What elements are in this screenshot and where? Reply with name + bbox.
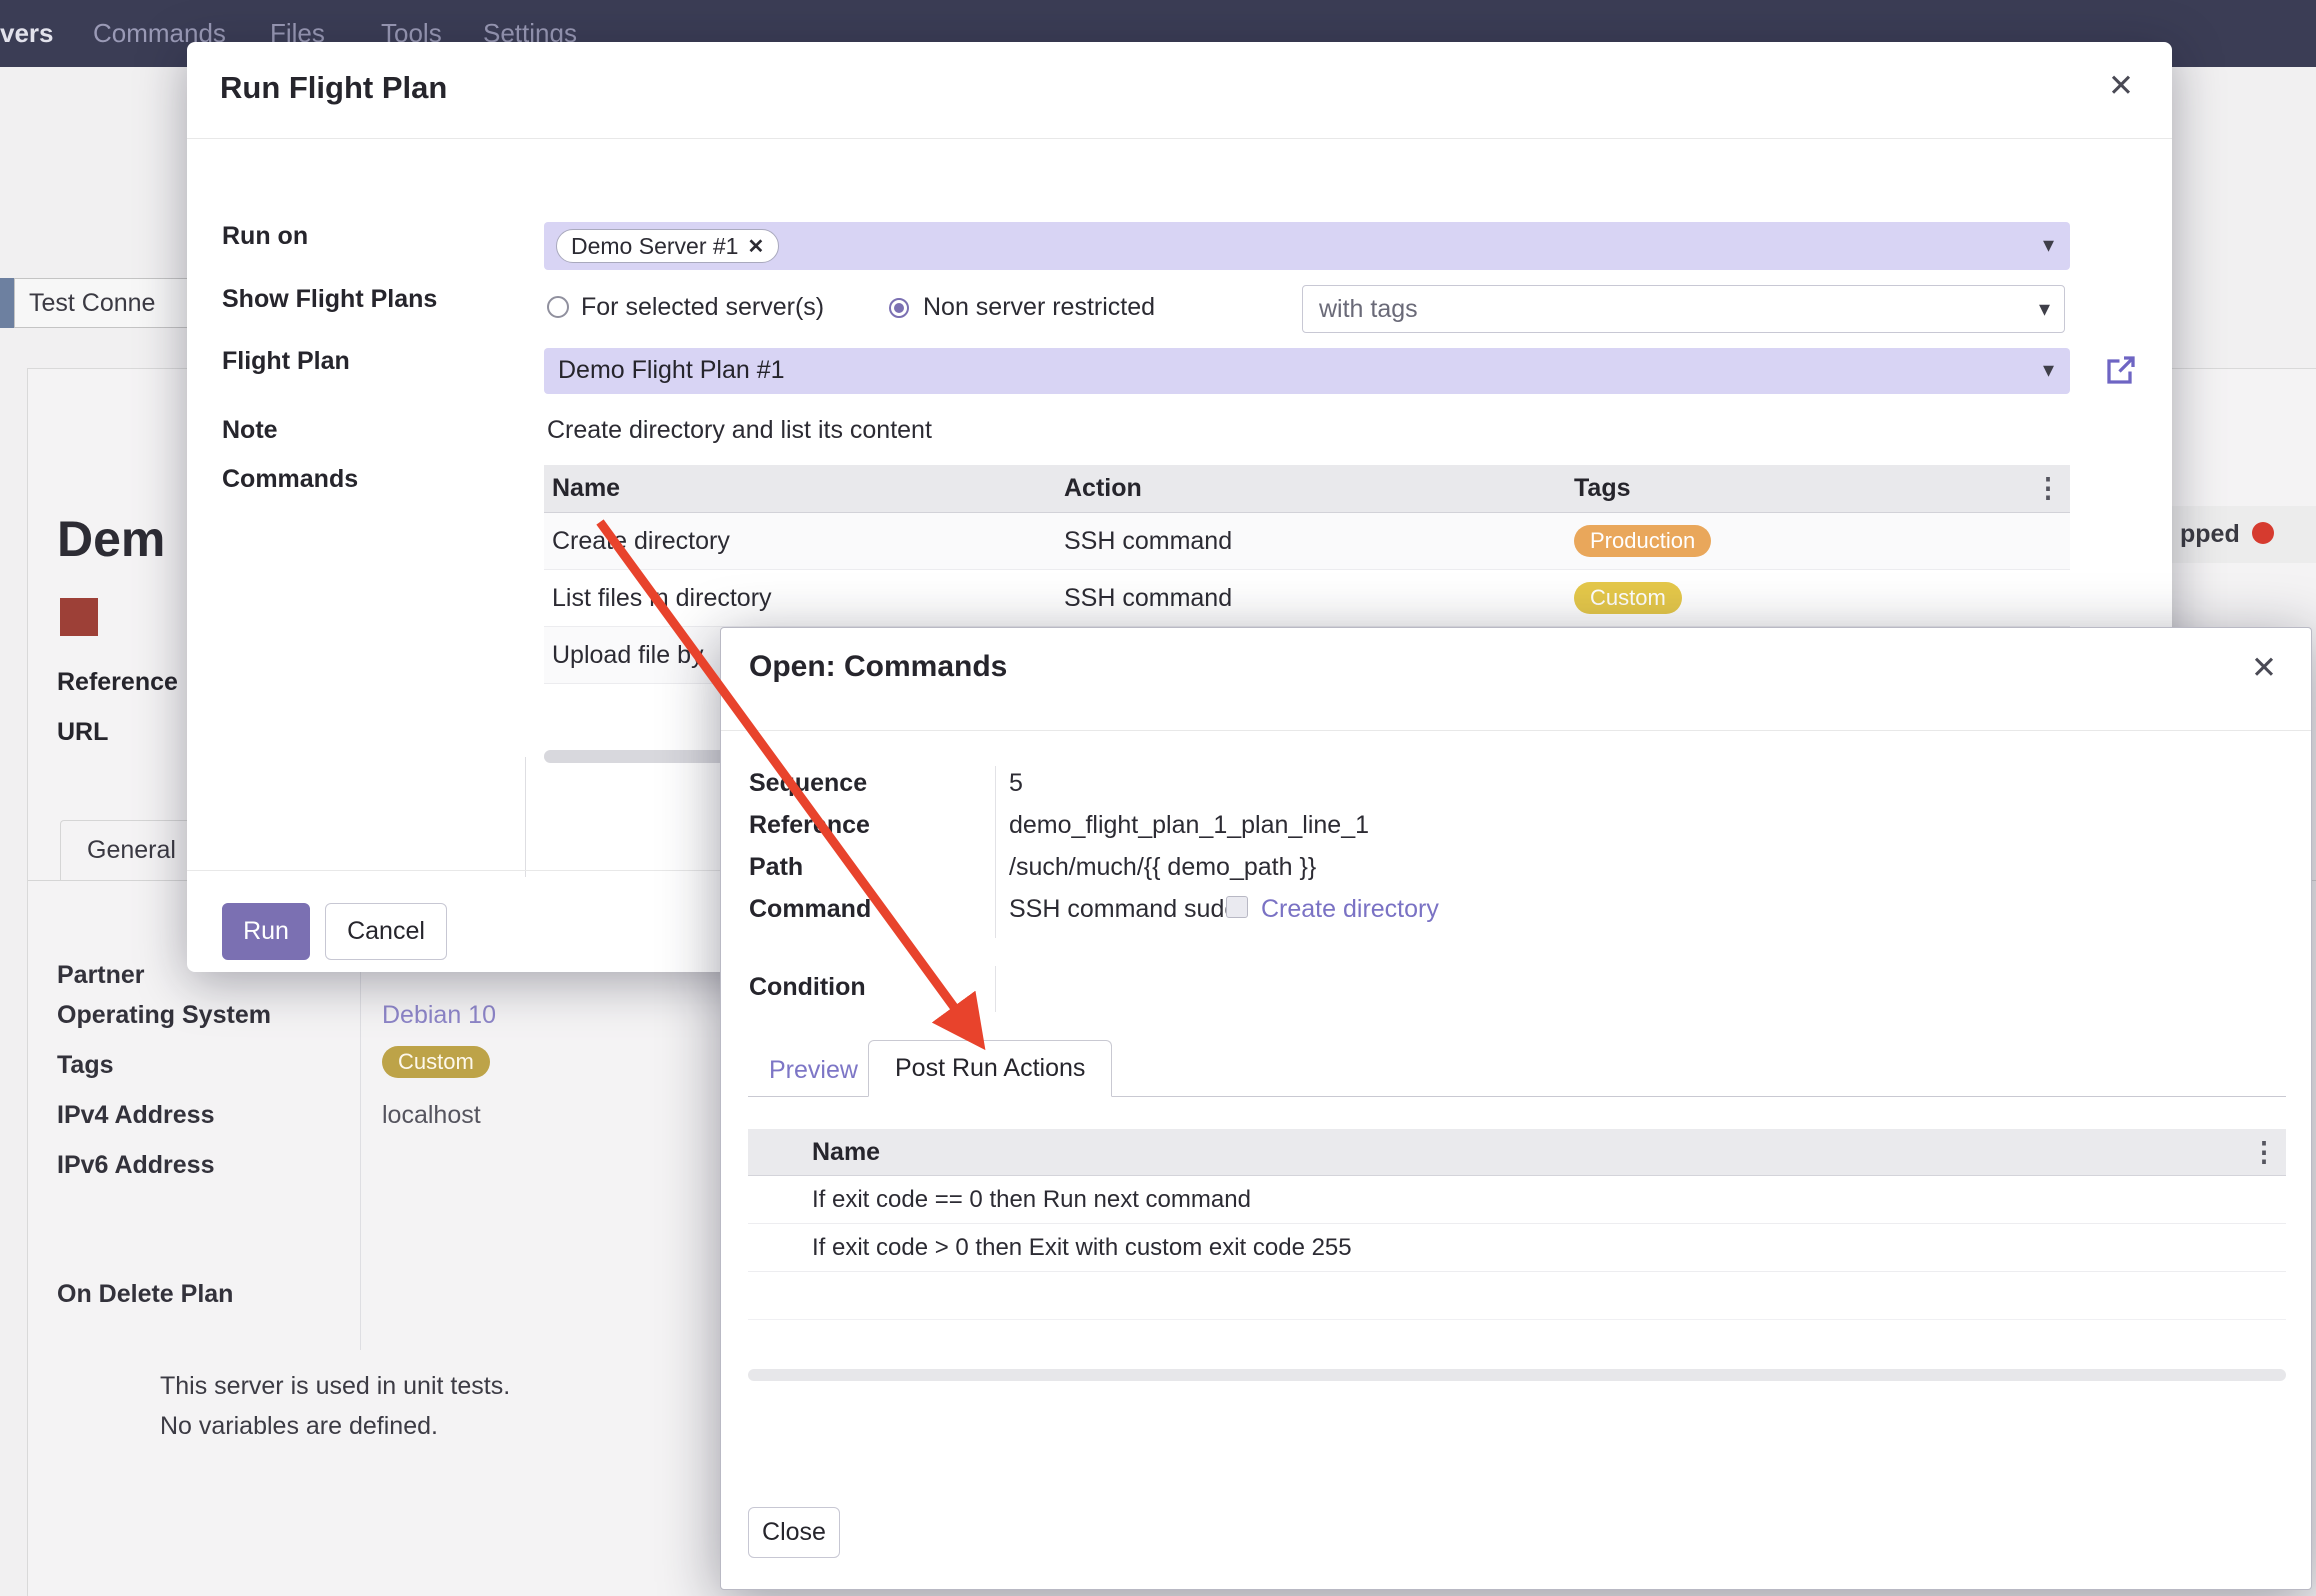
kebab-icon[interactable]: ⋮ — [2242, 1139, 2286, 1166]
ipv4-value: localhost — [382, 1101, 481, 1130]
close-button[interactable]: Close — [748, 1507, 840, 1558]
reference-label: Reference — [57, 668, 178, 697]
row-name: List files in directory — [544, 584, 1056, 613]
color-swatch — [60, 598, 98, 636]
open-commands-modal: Open: Commands ✕ Sequence Reference Path… — [720, 627, 2312, 1590]
cut-button-sliver — [0, 278, 14, 328]
actions-hscrollbar[interactable] — [748, 1369, 2286, 1381]
with-tags-select[interactable]: with tags ▾ — [1302, 285, 2065, 333]
row-action: SSH command — [1056, 527, 1566, 556]
no-variables-note: No variables are defined. — [160, 1412, 438, 1441]
run-button[interactable]: Run — [222, 903, 310, 960]
caret-down-icon: ▾ — [2039, 298, 2050, 320]
on-delete-plan-label: On Delete Plan — [57, 1280, 233, 1309]
tab-general[interactable]: General — [60, 820, 203, 880]
command-value: SSH command sudo — [1009, 895, 1238, 924]
flight-plan-value: Demo Flight Plan #1 — [558, 356, 785, 385]
table-row[interactable]: If exit code > 0 then Exit with custom e… — [748, 1224, 2286, 1272]
sequence-value: 5 — [1009, 769, 1023, 798]
plan-description: Create directory and list its content — [547, 416, 932, 445]
run-modal-header-divider — [187, 138, 2172, 139]
server-chip-label: Demo Server #1 — [571, 233, 738, 260]
tab-post-run-actions-label: Post Run Actions — [895, 1054, 1085, 1083]
tab-post-run-actions[interactable]: Post Run Actions — [868, 1040, 1112, 1097]
command-link[interactable]: Create directory — [1261, 895, 1439, 924]
table-row[interactable]: Create directory SSH command Production — [544, 513, 2070, 570]
col-tags: Tags — [1566, 474, 2026, 503]
path-label: Path — [749, 853, 803, 882]
unit-test-note: This server is used in unit tests. — [160, 1372, 510, 1401]
table-row[interactable]: If exit code == 0 then Run next command — [748, 1176, 2286, 1224]
screen: vers Commands Files Tools Settings Test … — [0, 0, 2316, 1596]
cancel-button[interactable]: Cancel — [325, 903, 447, 960]
reference-field-label: Reference — [749, 811, 870, 840]
server-title-fragment: Dem — [57, 510, 165, 568]
ipv6-label: IPv6 Address — [57, 1151, 214, 1180]
tags-label: Tags — [57, 1051, 114, 1080]
tag-badge: Production — [1574, 525, 1711, 557]
table-row[interactable]: List files in directory SSH command Cust… — [544, 570, 2070, 627]
flight-plan-select[interactable]: Demo Flight Plan #1 ▾ — [544, 348, 2070, 394]
reference-value: demo_flight_plan_1_plan_line_1 — [1009, 811, 1369, 840]
chip-remove-icon[interactable]: ✕ — [747, 234, 764, 259]
radio-selected-servers[interactable] — [547, 296, 569, 318]
commands-modal-title: Open: Commands — [749, 650, 1007, 684]
tags-value-badge: Custom — [382, 1046, 490, 1078]
os-label: Operating System — [57, 1001, 271, 1030]
external-link-icon[interactable] — [2103, 352, 2139, 388]
row-name: If exit code > 0 then Exit with custom e… — [804, 1234, 2286, 1262]
run-modal-close-icon[interactable]: ✕ — [2108, 70, 2134, 101]
commands-modal-close-icon[interactable]: ✕ — [2251, 652, 2277, 683]
partner-label: Partner — [57, 961, 145, 990]
row-action: SSH command — [1056, 584, 1566, 613]
caret-down-icon: ▾ — [2043, 359, 2054, 381]
run-on-select[interactable]: Demo Server #1 ✕ ▾ — [544, 222, 2070, 270]
row-name: If exit code == 0 then Run next command — [804, 1186, 2286, 1214]
col-action: Action — [1056, 474, 1566, 503]
commands-table-header: Name Action Tags ⋮ — [544, 465, 2070, 513]
command-checkbox[interactable] — [1226, 896, 1248, 918]
commands-modal-header-divider — [721, 730, 2311, 731]
command-label: Command — [749, 895, 871, 924]
server-chip: Demo Server #1 ✕ — [556, 229, 779, 263]
cancel-button-label: Cancel — [347, 917, 425, 946]
row-name: Create directory — [544, 527, 1056, 556]
run-button-label: Run — [243, 917, 289, 946]
sequence-label: Sequence — [749, 769, 867, 798]
table-row-empty — [748, 1272, 2286, 1320]
col-name: Name — [804, 1138, 2242, 1167]
radio-dot — [894, 303, 904, 313]
radio-selected-servers-label: For selected server(s) — [581, 293, 824, 322]
nav-item-servers[interactable]: vers — [0, 18, 54, 49]
show-flight-plans-label: Show Flight Plans — [222, 285, 437, 314]
tab-preview[interactable]: Preview — [769, 1056, 858, 1085]
close-button-label: Close — [762, 1518, 826, 1547]
field-divider — [995, 766, 996, 938]
ipv4-label: IPv4 Address — [57, 1101, 214, 1130]
condition-divider — [995, 966, 996, 1012]
run-on-label: Run on — [222, 222, 308, 251]
tag-badge: Custom — [1574, 582, 1682, 614]
url-label: URL — [57, 718, 108, 747]
label-value-divider — [360, 955, 361, 1350]
caret-down-icon: ▾ — [2043, 234, 2054, 256]
status-dot-icon — [2252, 522, 2274, 544]
tab-general-label: General — [87, 836, 176, 865]
form-column-divider — [525, 757, 526, 877]
note-label: Note — [222, 416, 278, 445]
actions-table-header: Name ⋮ — [748, 1129, 2286, 1176]
radio-non-server-restricted[interactable] — [889, 298, 909, 318]
path-value: /such/much/{{ demo_path }} — [1009, 853, 1316, 882]
condition-label: Condition — [749, 973, 866, 1002]
with-tags-placeholder: with tags — [1319, 295, 1418, 324]
os-value-link[interactable]: Debian 10 — [382, 1001, 496, 1030]
test-connection-label: Test Conne — [29, 289, 155, 318]
col-name: Name — [544, 474, 1056, 503]
kebab-icon[interactable]: ⋮ — [2026, 475, 2070, 502]
flight-plan-label: Flight Plan — [222, 347, 350, 376]
radio-non-server-restricted-label: Non server restricted — [923, 293, 1155, 322]
status-label-fragment: pped — [2180, 520, 2240, 549]
run-modal-title: Run Flight Plan — [220, 70, 447, 106]
commands-label: Commands — [222, 465, 358, 494]
